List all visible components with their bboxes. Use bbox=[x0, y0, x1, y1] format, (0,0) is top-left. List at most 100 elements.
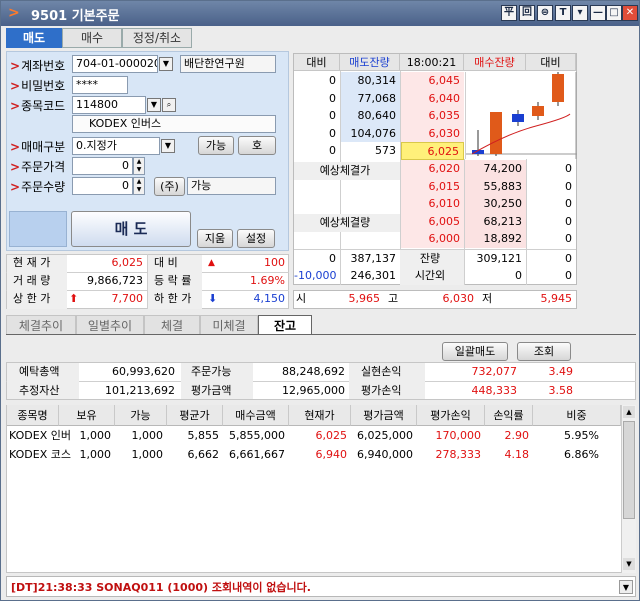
orderable-label: 주문가능 bbox=[191, 365, 232, 378]
holdings-cell: 5.95% bbox=[564, 429, 599, 442]
bid-price[interactable]: 6,015 bbox=[401, 177, 464, 196]
bid-diff-header: 대비 bbox=[526, 54, 576, 71]
pin-icon[interactable]: 平 bbox=[501, 5, 517, 21]
total-ask-qty: 387,137 bbox=[350, 252, 397, 265]
ask-diff: 0 bbox=[329, 91, 336, 105]
print-icon[interactable]: ⊜ bbox=[537, 5, 553, 21]
search-icon[interactable]: ⌕ bbox=[162, 98, 176, 112]
font-icon[interactable]: T bbox=[555, 5, 571, 21]
sell-button[interactable]: 매 도 bbox=[71, 211, 191, 247]
tab-unexecuted[interactable]: 미체결 bbox=[200, 315, 258, 335]
tab-executed[interactable]: 체결 bbox=[144, 315, 200, 335]
tab-buy[interactable]: 매수 bbox=[62, 28, 122, 48]
holdings-scrollbar[interactable]: ▲ ▼ bbox=[621, 405, 636, 573]
holdings-cell: 6.86% bbox=[564, 448, 599, 461]
low-price: 5,945 bbox=[540, 292, 573, 305]
price-stepper[interactable]: ▲ ▼ bbox=[133, 157, 145, 175]
expected-qty-label: 예상체결량 bbox=[294, 214, 400, 232]
holdings-header[interactable]: 평가손익 bbox=[417, 405, 485, 426]
ask-price[interactable]: 6,045 bbox=[401, 72, 464, 90]
minimize-icon[interactable]: — bbox=[590, 5, 606, 21]
holdings-header[interactable]: 종목명 bbox=[7, 405, 59, 426]
menu-icon[interactable]: ▾ bbox=[572, 5, 588, 21]
holdings-header[interactable]: 가능 bbox=[115, 405, 167, 426]
holdings-header[interactable]: 현재가 bbox=[289, 405, 351, 426]
bid-price[interactable]: 6,000 bbox=[401, 230, 464, 248]
code-dropdown-icon[interactable]: ▼ bbox=[147, 98, 161, 112]
holdings-header[interactable]: 보유 bbox=[59, 405, 115, 426]
code-input[interactable]: 114800 bbox=[72, 96, 146, 114]
upper-limit-label: 상 한 가 bbox=[13, 292, 51, 305]
change-rate: 1.69% bbox=[250, 274, 285, 287]
maximize-icon[interactable]: □ bbox=[606, 5, 622, 21]
order-window: > 9501 기본주문 平 回 ⊜ T ▾ — □ ✕ 매도 매수 정정/취소 … bbox=[0, 0, 640, 601]
tab-modify-cancel[interactable]: 정정/취소 bbox=[122, 28, 192, 48]
type-select[interactable]: 0.지정가 bbox=[72, 137, 160, 155]
tab-sell[interactable]: 매도 bbox=[6, 28, 62, 48]
deposit-label: 예탁총액 bbox=[19, 365, 60, 378]
type-dropdown-icon[interactable]: ▼ bbox=[161, 139, 175, 153]
holdings-cell: 6,025,000 bbox=[357, 429, 413, 442]
holdings-header[interactable]: 비중 bbox=[533, 405, 621, 426]
qty-available: 가능 bbox=[187, 177, 276, 195]
upper-limit: 7,700 bbox=[111, 292, 144, 305]
settings-button[interactable]: 설정 bbox=[237, 229, 275, 248]
bid-price[interactable]: 6,010 bbox=[401, 195, 464, 213]
eval-pl-value: 448,333 bbox=[471, 384, 518, 397]
password-input[interactable]: **** bbox=[72, 76, 128, 94]
current-price: 6,025 bbox=[111, 256, 144, 269]
up-arrow-icon: ▲ bbox=[208, 258, 215, 268]
candle-chart-svg bbox=[466, 72, 577, 159]
bid-price[interactable]: 6,005 bbox=[401, 212, 464, 231]
rate-label: 등 락 률 bbox=[154, 274, 192, 287]
price-input[interactable]: 0 bbox=[72, 157, 133, 175]
holdings-header[interactable]: 매수금액 bbox=[223, 405, 289, 426]
status-dropdown-icon[interactable]: ▼ bbox=[619, 580, 633, 594]
available-button[interactable]: 가능 bbox=[198, 136, 234, 155]
tab-daily-trend[interactable]: 일별추이 bbox=[76, 315, 144, 335]
account-input[interactable]: 704-01-000020 bbox=[72, 55, 158, 73]
holdings-cell: 5,855,000 bbox=[229, 429, 285, 442]
code-label: >종목코드 bbox=[10, 99, 66, 113]
price-label: >주문가격 bbox=[10, 160, 66, 174]
change-value: 100 bbox=[264, 256, 285, 269]
tab-balance[interactable]: 잔고 bbox=[258, 315, 312, 335]
holdings-cell: 6,661,667 bbox=[229, 448, 285, 461]
account-dropdown-icon[interactable]: ▼ bbox=[159, 57, 173, 71]
qty-stepper[interactable]: ▲ ▼ bbox=[133, 177, 145, 195]
open-label: 시 bbox=[295, 292, 307, 305]
holdings-cell: 1,000 bbox=[131, 448, 164, 461]
ask-price[interactable]: 6,040 bbox=[401, 89, 464, 108]
holdings-cell: 6,025 bbox=[315, 429, 348, 442]
query-button[interactable]: 조회 bbox=[517, 342, 571, 361]
ask-price[interactable]: 6,035 bbox=[401, 107, 464, 125]
scroll-thumb[interactable] bbox=[623, 421, 635, 519]
volume: 9,866,723 bbox=[87, 274, 143, 287]
qty-label: >주문수량 bbox=[10, 180, 66, 194]
qty-input[interactable]: 0 bbox=[72, 177, 133, 195]
link-icon[interactable]: 回 bbox=[519, 5, 535, 21]
bid-qty: 74,200 bbox=[465, 160, 526, 178]
tab-trade-trend[interactable]: 체결추이 bbox=[6, 315, 76, 335]
scroll-down-icon[interactable]: ▼ bbox=[623, 558, 635, 570]
holdings-cell: 6,662 bbox=[187, 448, 220, 461]
bid-price[interactable]: 6,020 bbox=[401, 160, 464, 178]
status-message: [DT]21:38:33 SONAQ011 (1000) 조회내역이 없습니다. bbox=[11, 581, 311, 594]
share-unit-button[interactable]: (주) bbox=[154, 177, 185, 196]
holdings-header[interactable]: 평가금액 bbox=[351, 405, 417, 426]
holdings-header[interactable]: 평균가 bbox=[167, 405, 223, 426]
ask-price[interactable]: 6,030 bbox=[401, 124, 464, 143]
scroll-up-icon[interactable]: ▲ bbox=[623, 406, 635, 418]
quote-button[interactable]: 호 bbox=[238, 136, 276, 155]
bid-qty: 55,883 bbox=[465, 177, 526, 196]
clear-button[interactable]: 지움 bbox=[197, 229, 233, 248]
ask-price[interactable]: 6,025 bbox=[401, 142, 464, 160]
lower-limit-label: 하 한 가 bbox=[154, 292, 192, 305]
holdings-header[interactable]: 손익률 bbox=[485, 405, 533, 426]
open-price: 5,965 bbox=[348, 292, 381, 305]
bid-qty: 18,892 bbox=[465, 230, 526, 248]
eval-pl-rate: 3.58 bbox=[548, 384, 574, 397]
bid-diff: 0 bbox=[565, 179, 572, 193]
bulk-sell-button[interactable]: 일괄매도 bbox=[442, 342, 508, 361]
close-icon[interactable]: ✕ bbox=[622, 5, 638, 21]
